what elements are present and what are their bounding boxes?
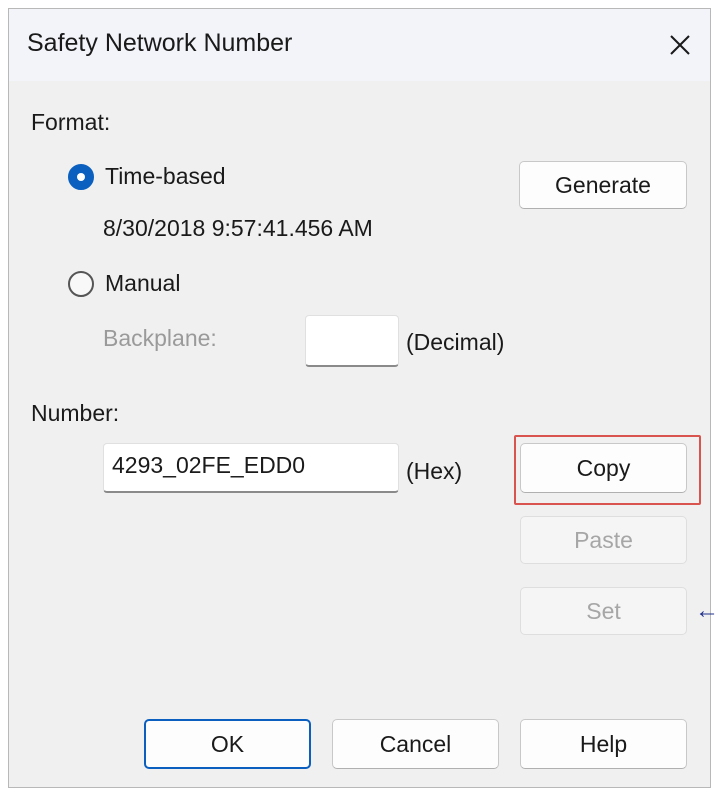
set-button[interactable]: Set	[520, 587, 687, 635]
manual-label[interactable]: Manual	[105, 270, 180, 297]
title-bar: Safety Network Number	[9, 9, 710, 81]
backplane-label: Backplane:	[103, 325, 217, 351]
paste-button[interactable]: Paste	[520, 516, 687, 564]
backplane-input[interactable]	[305, 315, 399, 367]
close-icon	[670, 35, 690, 55]
help-button[interactable]: Help	[520, 719, 687, 769]
number-label: Number:	[31, 400, 120, 426]
format-label: Format:	[31, 109, 111, 135]
safety-network-number-dialog: Safety Network Number Format: Time-based…	[8, 8, 718, 788]
timestamp-text: 8/30/2018 9:57:41.456 AM	[103, 215, 373, 241]
close-button[interactable]	[658, 23, 702, 67]
decimal-unit-label: (Decimal)	[406, 329, 505, 355]
time-based-radio[interactable]	[68, 164, 94, 190]
hex-unit-label: (Hex)	[406, 458, 463, 484]
set-arrow-icon: ←	[695, 597, 718, 624]
number-input[interactable]: 4293_02FE_EDD0	[103, 443, 399, 493]
cancel-button[interactable]: Cancel	[332, 719, 499, 769]
dialog-title: Safety Network Number	[27, 29, 293, 57]
ok-button[interactable]: OK	[144, 719, 311, 769]
time-based-label[interactable]: Time-based	[105, 163, 226, 190]
copy-button[interactable]: Copy	[520, 443, 687, 493]
manual-radio[interactable]	[68, 271, 94, 297]
generate-button[interactable]: Generate	[519, 161, 687, 209]
